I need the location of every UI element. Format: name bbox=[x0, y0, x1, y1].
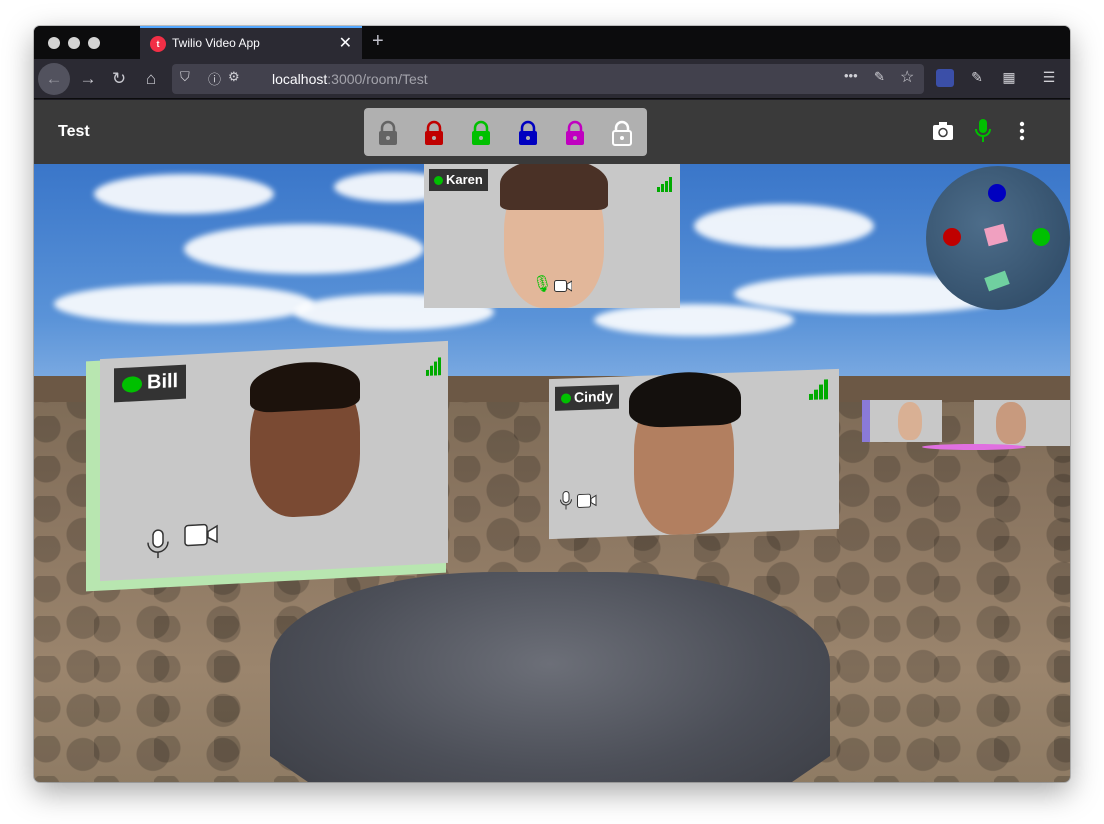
status-dot bbox=[561, 393, 571, 404]
extension-icon[interactable] bbox=[936, 69, 954, 87]
camera-icon[interactable] bbox=[184, 523, 218, 547]
reload-button[interactable]: ↻ bbox=[105, 65, 133, 93]
participant-panel-cindy[interactable]: Cindy bbox=[549, 368, 839, 540]
forward-button[interactable]: → bbox=[74, 65, 102, 93]
distant-participant-panel[interactable] bbox=[974, 400, 1070, 446]
tab-title: Twilio Video App bbox=[172, 36, 260, 50]
flip-camera-icon[interactable] bbox=[932, 120, 954, 142]
lock-magenta-icon[interactable] bbox=[564, 120, 586, 146]
minimap-table-marker bbox=[984, 270, 1010, 292]
cloud bbox=[594, 304, 794, 336]
microphone-icon[interactable] bbox=[559, 490, 573, 510]
more-options-icon[interactable] bbox=[1018, 120, 1026, 142]
bookmark-star-icon[interactable]: ☆ bbox=[900, 67, 914, 87]
menu-icon[interactable]: ☰ bbox=[1040, 69, 1058, 87]
maximize-window-button[interactable] bbox=[88, 37, 100, 49]
url-host: localhost bbox=[272, 71, 328, 87]
tab-strip: t Twilio Video App ✕ + bbox=[34, 26, 1070, 59]
minimap-red-marker bbox=[943, 228, 961, 246]
lock-blue-icon[interactable] bbox=[517, 120, 539, 146]
participant-name: Karen bbox=[446, 172, 483, 187]
navigation-bar: ← → ↻ ⌂ ⛉ ⓘ ⚙ localhost:3000/room/Test •… bbox=[34, 59, 1070, 99]
participant-hair bbox=[629, 370, 741, 429]
cloud bbox=[694, 204, 874, 248]
microphone-icon[interactable] bbox=[144, 527, 172, 560]
signal-strength-icon bbox=[426, 357, 441, 377]
close-window-button[interactable] bbox=[48, 37, 60, 49]
url-path: :3000/room/Test bbox=[327, 71, 428, 87]
close-tab-icon[interactable]: ✕ bbox=[339, 33, 352, 53]
room-title: Test bbox=[58, 123, 90, 140]
lock-red-icon[interactable] bbox=[423, 120, 445, 146]
minimize-window-button[interactable] bbox=[68, 37, 80, 49]
home-button[interactable]: ⌂ bbox=[137, 65, 165, 93]
participant-panel-karen[interactable]: Karen 🎙 bbox=[424, 164, 680, 308]
lock-toolbar bbox=[364, 108, 647, 156]
app-header: Test bbox=[34, 100, 1070, 164]
minimap-self-marker bbox=[984, 223, 1008, 247]
twilio-favicon-icon: t bbox=[150, 36, 166, 52]
name-badge: Karen bbox=[429, 169, 488, 191]
platform-ring bbox=[922, 444, 1026, 450]
camera-icon[interactable] bbox=[577, 493, 597, 508]
reflective-table bbox=[270, 572, 830, 782]
status-dot bbox=[122, 375, 142, 393]
back-button[interactable]: ← bbox=[38, 63, 70, 95]
more-actions-icon[interactable]: ••• bbox=[844, 68, 858, 83]
pin-icon[interactable]: ✎ bbox=[874, 69, 885, 85]
microphone-icon[interactable]: 🎙 bbox=[532, 274, 552, 294]
new-tab-button[interactable]: + bbox=[372, 30, 384, 53]
extensions-icon[interactable]: ▦ bbox=[1000, 69, 1018, 87]
name-badge: Cindy bbox=[555, 384, 619, 411]
cloud bbox=[94, 174, 274, 214]
cloud bbox=[184, 224, 424, 274]
lock-green-icon[interactable] bbox=[470, 120, 492, 146]
tab-twilio-video-app[interactable]: t Twilio Video App ✕ bbox=[140, 26, 362, 59]
participant-hair bbox=[500, 164, 608, 210]
url-text: localhost:3000/room/Test bbox=[272, 71, 428, 87]
url-bar[interactable]: ⛉ ⓘ ⚙ localhost:3000/room/Test ••• ✎ ☆ bbox=[172, 64, 924, 94]
minimap-blue-marker bbox=[988, 184, 1006, 202]
microphone-icon[interactable] bbox=[974, 118, 992, 144]
participant-video bbox=[898, 402, 922, 440]
participant-video bbox=[996, 402, 1026, 444]
signal-strength-icon bbox=[809, 379, 828, 400]
participant-name: Cindy bbox=[574, 387, 613, 406]
camera-icon[interactable] bbox=[554, 280, 572, 292]
pin-extension-icon[interactable]: ✎ bbox=[968, 69, 986, 87]
participant-panel-bill[interactable]: Bill bbox=[100, 340, 448, 582]
signal-strength-icon bbox=[657, 177, 672, 192]
browser-window: t Twilio Video App ✕ + ← → ↻ ⌂ ⛉ ⓘ ⚙ loc… bbox=[34, 26, 1070, 782]
permissions-icon[interactable]: ⚙ bbox=[228, 69, 240, 85]
minimap-green-marker bbox=[1032, 228, 1050, 246]
participant-name: Bill bbox=[147, 370, 179, 394]
unlock-icon[interactable] bbox=[611, 120, 633, 146]
cloud bbox=[54, 284, 314, 324]
minimap[interactable] bbox=[926, 166, 1070, 310]
virtual-room-scene[interactable]: Karen 🎙 Bill Cindy bbox=[34, 164, 1070, 782]
participant-hair bbox=[250, 359, 360, 414]
info-icon[interactable]: ⓘ bbox=[208, 69, 221, 88]
lock-gray-icon[interactable] bbox=[377, 120, 399, 146]
status-dot bbox=[434, 176, 443, 186]
name-badge: Bill bbox=[114, 364, 187, 403]
distant-participant-panel[interactable] bbox=[862, 400, 942, 442]
shield-icon[interactable]: ⛉ bbox=[180, 69, 190, 85]
